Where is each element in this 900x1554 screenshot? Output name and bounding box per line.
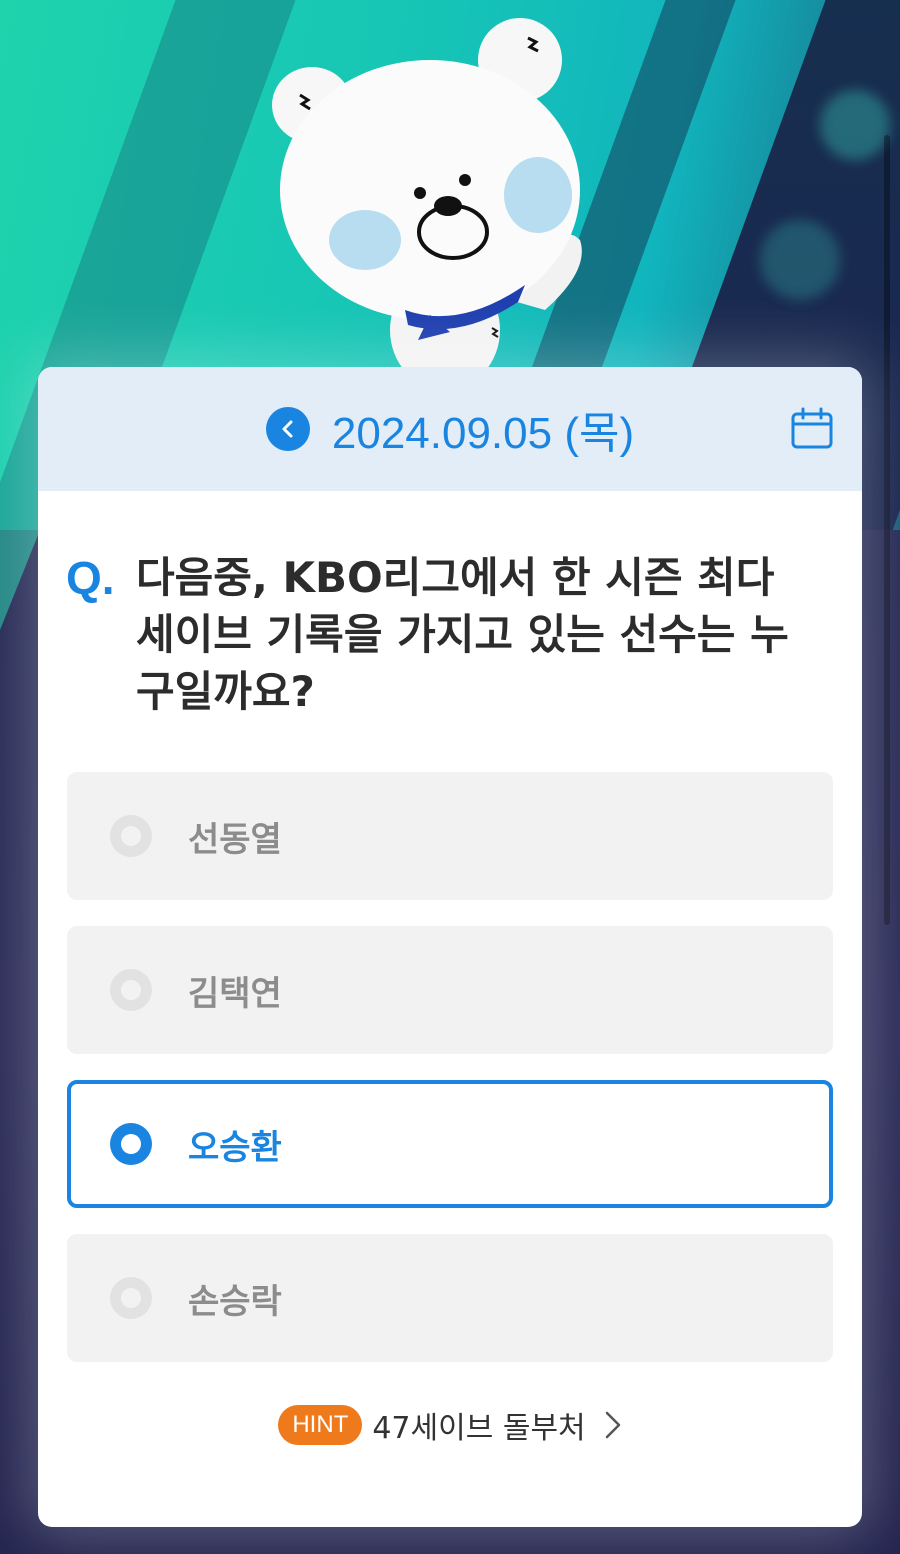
radio-button[interactable]: [110, 815, 152, 857]
hint-badge: HINT: [278, 1405, 363, 1445]
hint-link[interactable]: HINT 47세이브 돌부처: [38, 1403, 862, 1447]
option-label: 손승락: [188, 1281, 282, 1322]
question: Q. 다음중, KBO리그에서 한 시즌 최다 세이브 기록을 가지고 있는 선…: [66, 549, 826, 720]
banner-glow: [760, 220, 840, 300]
answer-option-4[interactable]: 손승락: [67, 1234, 833, 1362]
banner-glow: [820, 90, 890, 160]
radio-button[interactable]: [110, 1277, 152, 1319]
quiz-date: 2024.09.05 (목): [331, 409, 635, 458]
option-label: 오승환: [188, 1127, 282, 1168]
date-header: 2024.09.05 (목): [38, 367, 862, 491]
calendar-button[interactable]: [790, 407, 834, 451]
answer-option-1[interactable]: 선동열: [67, 772, 833, 900]
answer-option-3[interactable]: 오승환: [67, 1080, 833, 1208]
chevron-right-icon: [605, 1411, 620, 1439]
radio-button-selected[interactable]: [110, 1123, 152, 1165]
answer-options: 선동열 김택연 오승환 손승락: [67, 772, 833, 1388]
radio-button[interactable]: [110, 969, 152, 1011]
answer-option-2[interactable]: 김택연: [67, 926, 833, 1054]
scrollbar[interactable]: [884, 135, 890, 925]
question-text: 다음중, KBO리그에서 한 시즌 최다 세이브 기록을 가지고 있는 선수는 …: [136, 553, 789, 716]
calendar-icon: [791, 407, 833, 449]
prev-day-button[interactable]: [265, 407, 310, 451]
quiz-card: 2024.09.05 (목) Q. 다음중, KBO리그에서 한 시즌 최다 세…: [38, 367, 862, 1527]
question-marker: Q.: [66, 552, 115, 604]
option-label: 선동열: [188, 819, 282, 860]
bear-mascot-image: [272, 18, 582, 370]
chevron-left-icon: [282, 420, 293, 438]
hint-text: 47세이브 돌부처: [372, 1411, 586, 1446]
option-label: 김택연: [188, 973, 282, 1014]
